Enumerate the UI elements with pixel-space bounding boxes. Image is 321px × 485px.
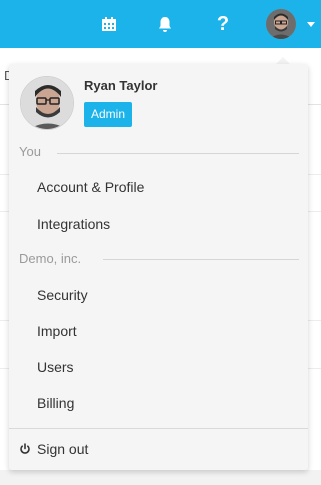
power-icon <box>19 443 31 455</box>
help-icon[interactable]: ? <box>213 14 233 34</box>
bell-icon[interactable] <box>155 14 175 34</box>
dropdown-pointer <box>276 57 290 64</box>
help-glyph: ? <box>216 13 230 35</box>
profile-name: Ryan Taylor <box>84 78 158 93</box>
section-title-company: Demo, inc. <box>19 251 82 266</box>
top-navigation-bar: ? <box>0 0 321 48</box>
sign-out-label: Sign out <box>37 441 89 457</box>
menu-item-account-profile[interactable]: Account & Profile <box>37 179 144 195</box>
section-divider <box>103 259 299 260</box>
user-dropdown-menu: Ryan Taylor Admin You Account & Profile … <box>9 64 308 470</box>
chevron-down-icon[interactable] <box>307 22 315 27</box>
role-badge: Admin <box>84 102 133 127</box>
menu-item-integrations[interactable]: Integrations <box>37 216 110 232</box>
sign-out-button[interactable]: Sign out <box>19 441 88 457</box>
menu-item-billing[interactable]: Billing <box>37 395 74 411</box>
avatar[interactable] <box>266 9 296 39</box>
section-title-you: You <box>19 144 41 159</box>
menu-item-security[interactable]: Security <box>37 287 88 303</box>
section-divider <box>57 153 299 154</box>
menu-divider <box>9 428 308 429</box>
profile-avatar <box>20 76 74 130</box>
background-footer <box>0 470 321 485</box>
calendar-icon[interactable] <box>99 14 119 34</box>
menu-item-users[interactable]: Users <box>37 359 74 375</box>
menu-item-import[interactable]: Import <box>37 323 77 339</box>
